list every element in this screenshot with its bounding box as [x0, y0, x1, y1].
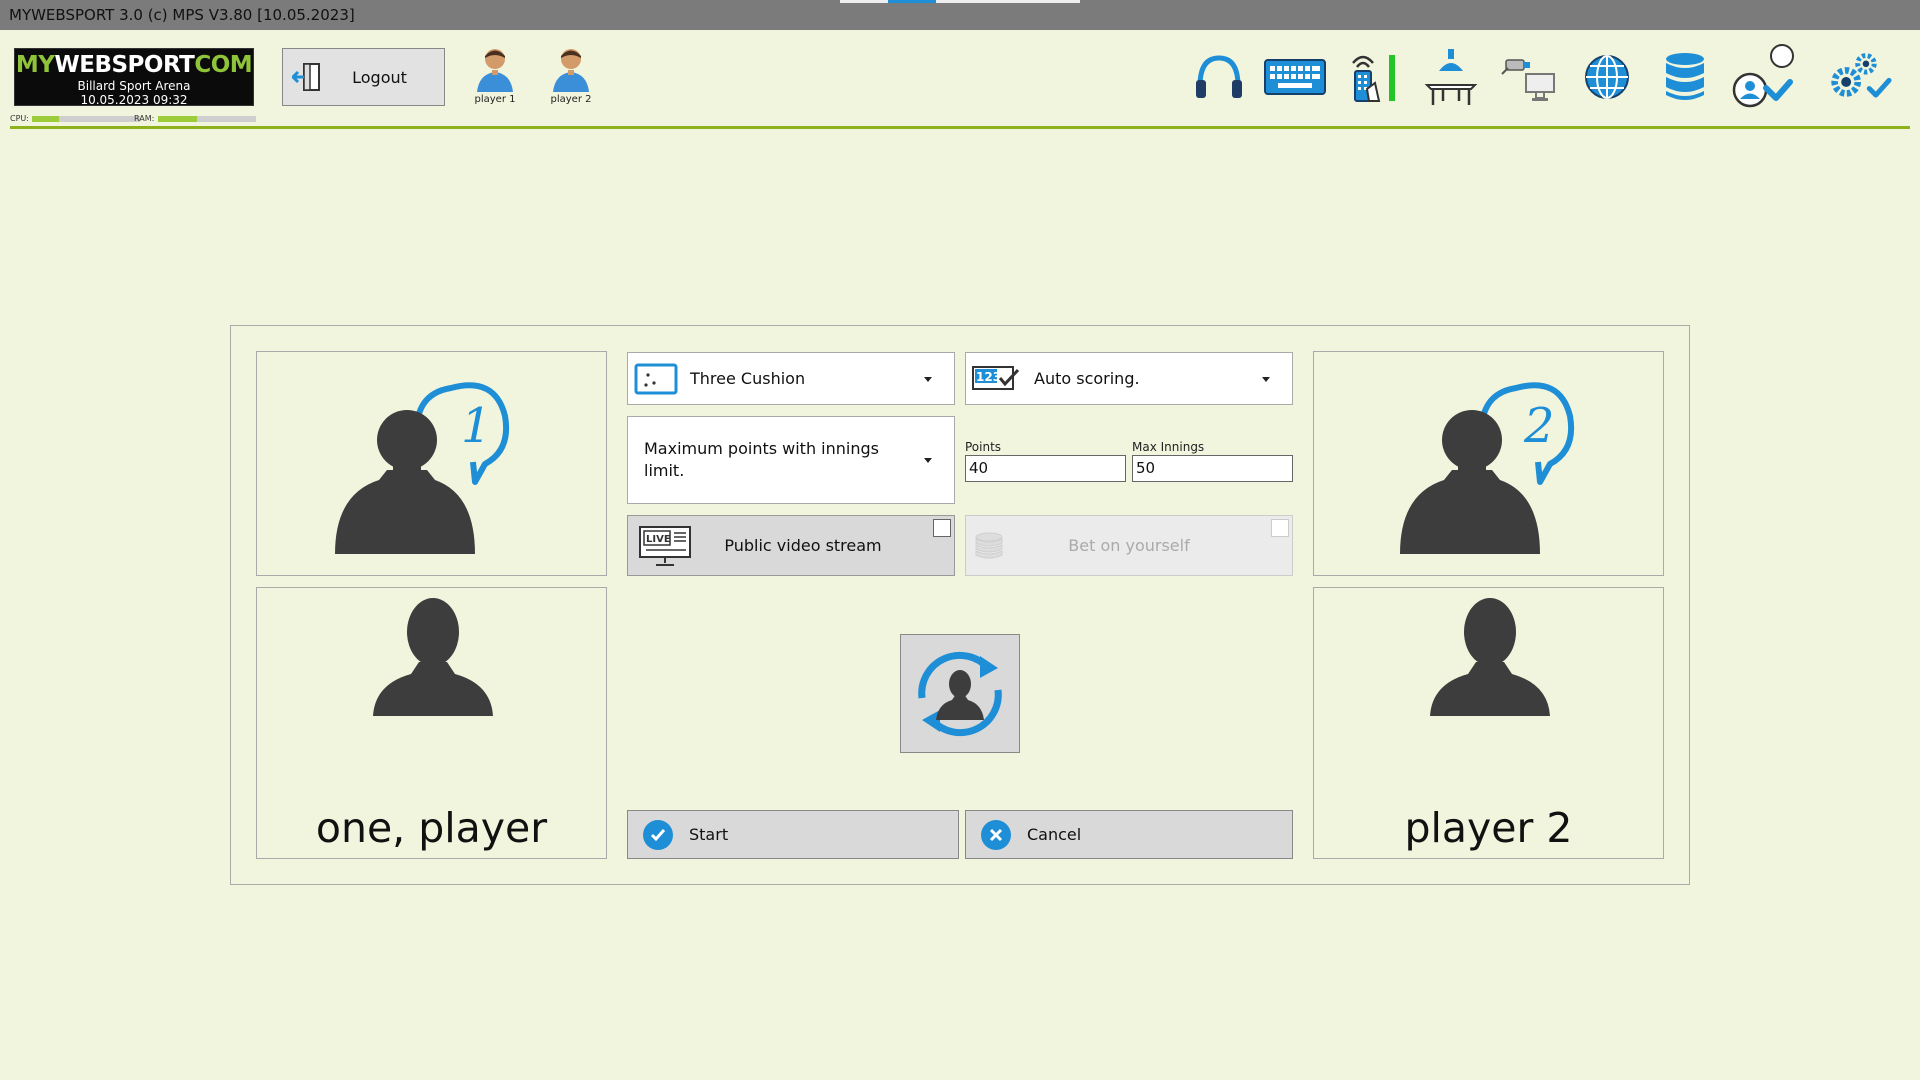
player-2-avatar-card[interactable]: 2: [1313, 351, 1664, 576]
window-title: MYWEBSPORT 3.0 (c) MPS V3.80 [10.05.2023…: [9, 6, 355, 24]
window-titlebar: MYWEBSPORT 3.0 (c) MPS V3.80 [10.05.2023…: [0, 0, 1920, 30]
user-check-button[interactable]: [1730, 44, 1796, 110]
points-label: Points: [965, 440, 1002, 454]
player-2-badge-number: 2: [1523, 398, 1555, 454]
keyboard-icon: [1264, 59, 1326, 95]
logout-label: Logout: [352, 67, 407, 87]
check-icon: [643, 819, 673, 850]
database-button[interactable]: [1652, 44, 1718, 110]
chevron-down-icon: [1262, 376, 1270, 382]
discipline-value: Three Cushion: [690, 369, 806, 388]
cpu-meter: [32, 116, 140, 122]
ram-label: RAM:: [134, 114, 155, 123]
player-2-silhouette-icon: [1430, 598, 1550, 716]
keyboard-button[interactable]: [1262, 44, 1328, 110]
table-light-icon: [1424, 49, 1478, 105]
chevron-down-icon: [924, 376, 932, 382]
svg-text:123: 123: [976, 370, 1001, 384]
public-video-stream-checkbox[interactable]: [933, 519, 951, 537]
player-1-badge-icon: 1: [335, 382, 509, 554]
headphones-button[interactable]: [1186, 44, 1252, 110]
logo-datetime: 10.05.2023 09:32: [80, 93, 188, 107]
max-innings-label: Max Innings: [1132, 440, 1205, 454]
scoring-value: Auto scoring.: [1034, 369, 1140, 388]
player-1-silhouette-icon: [373, 598, 493, 716]
logout-button[interactable]: Logout: [282, 48, 445, 106]
scoring-dropdown[interactable]: 123 Auto scoring.: [965, 352, 1293, 405]
game-mode-line-2: limit.: [644, 461, 685, 480]
header-player-2-label: player 2: [550, 94, 592, 105]
settings-check-icon: [1831, 53, 1892, 98]
billiard-table-icon: [634, 363, 678, 394]
public-video-stream-toggle[interactable]: LIVE Public video stream: [627, 515, 955, 576]
header-player-2[interactable]: player 2: [544, 44, 598, 112]
live-stream-icon: LIVE: [639, 525, 691, 566]
logout-icon: [283, 61, 333, 93]
table-light-button[interactable]: [1418, 44, 1484, 110]
player-1-card[interactable]: one, player: [256, 587, 607, 859]
chevron-down-icon: [924, 458, 932, 463]
titlebar-tab-indicator: [840, 0, 1080, 3]
database-icon: [1666, 53, 1704, 100]
discipline-dropdown[interactable]: Three Cushion: [627, 352, 955, 405]
header-separator: [10, 126, 1910, 129]
player-1-badge-number: 1: [461, 398, 492, 454]
cpu-label: CPU:: [10, 114, 29, 123]
cancel-label: Cancel: [1027, 825, 1082, 844]
globe-icon: [1585, 55, 1629, 99]
headphones-icon: [1196, 55, 1242, 98]
player-1-avatar-card[interactable]: 1: [256, 351, 607, 576]
logo-brand: MYWEBSPORTCOM: [15, 52, 253, 78]
coins-icon: [975, 532, 1003, 558]
player-2-avatar-icon: [553, 49, 589, 92]
game-mode-line-1: Maximum points with innings: [644, 439, 879, 458]
settings-check-button[interactable]: [1828, 44, 1894, 110]
auto-scoring-icon: 123: [972, 365, 1020, 390]
svg-text:LIVE: LIVE: [646, 534, 671, 545]
logo-venue: Billard Sport Arena: [77, 79, 191, 93]
player-1-avatar-icon: [477, 49, 513, 92]
header-player-1-label: player 1: [474, 94, 516, 105]
swap-players-icon: [918, 651, 1002, 736]
player-2-badge-icon: 2: [1400, 382, 1574, 554]
app-logo: MYWEBSPORTCOM Billard Sport Arena 10.05.…: [14, 48, 254, 107]
start-button[interactable]: Start: [627, 810, 959, 859]
player-2-name: player 2: [1404, 804, 1573, 852]
ram-meter: [158, 116, 256, 122]
public-video-stream-label: Public video stream: [724, 536, 882, 555]
max-innings-input[interactable]: 50: [1132, 455, 1293, 482]
header-player-1[interactable]: player 1: [468, 44, 522, 112]
close-icon: [981, 819, 1011, 850]
cancel-button[interactable]: Cancel: [965, 810, 1293, 859]
player-2-card[interactable]: player 2: [1313, 587, 1664, 859]
swap-players-button[interactable]: [900, 634, 1020, 753]
titlebar-tab-active: [888, 0, 936, 3]
game-mode-dropdown[interactable]: Maximum points with innings limit.: [627, 416, 955, 504]
remote-control-icon: [1352, 55, 1395, 102]
camera-monitor-icon: [1501, 59, 1555, 101]
system-meters: CPU: RAM:: [10, 114, 260, 124]
user-check-icon: [1732, 44, 1794, 108]
bet-on-yourself-label: Bet on yourself: [1068, 536, 1190, 555]
points-input[interactable]: 40: [965, 455, 1126, 482]
camera-monitor-button[interactable]: [1496, 44, 1562, 110]
game-mode-value: Maximum points with innings limit.: [644, 438, 879, 482]
player-1-name: one, player: [315, 804, 548, 852]
remote-control-button[interactable]: [1340, 44, 1406, 110]
start-label: Start: [689, 825, 729, 844]
bet-on-yourself-checkbox[interactable]: [1271, 519, 1289, 537]
bet-on-yourself-toggle[interactable]: Bet on yourself: [965, 515, 1293, 576]
globe-button[interactable]: [1574, 44, 1640, 110]
